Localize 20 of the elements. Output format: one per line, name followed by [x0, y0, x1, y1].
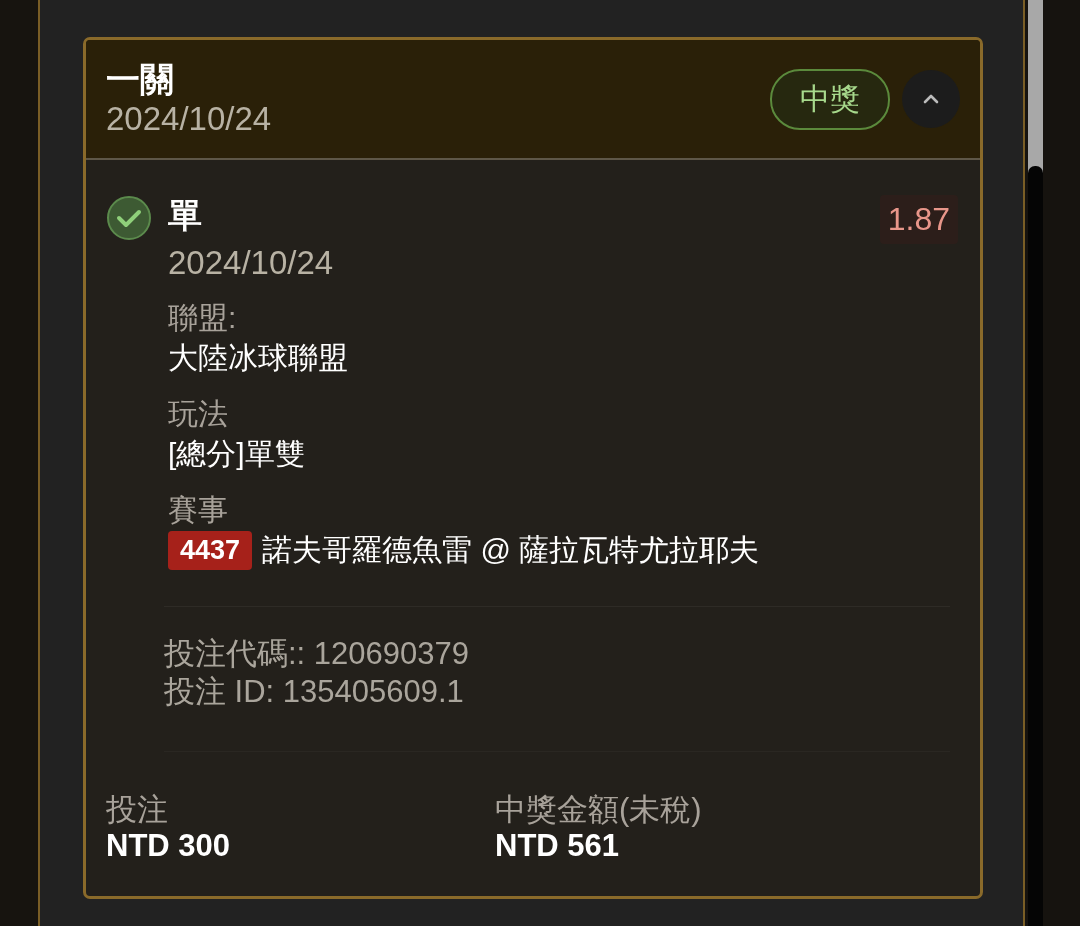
field-label: 聯盟:: [168, 300, 238, 336]
scrollbar[interactable]: [1028, 0, 1043, 926]
bet-id: 投注 ID: 135405609.1: [164, 673, 465, 711]
bet-code: 投注代碼:: 120690379: [164, 635, 470, 673]
total-label: 投注: [106, 792, 169, 828]
field-label: 玩法: [168, 396, 229, 432]
selection-name: 單: [168, 195, 202, 235]
total-label: 中獎金額(未稅): [495, 792, 703, 828]
selection-date: 2024/10/24: [168, 244, 335, 282]
bet-date: 2024/10/24: [106, 99, 273, 139]
total-value: NTD 561: [495, 828, 621, 864]
odds-value: 1.87: [879, 195, 958, 244]
field-value: 大陸冰球聯盟: [168, 340, 349, 376]
status-badge: 中獎: [770, 68, 890, 130]
match-code-badge: 4437: [168, 530, 253, 570]
total-value: NTD 300: [106, 828, 232, 864]
field-label: 賽事: [168, 492, 229, 528]
match-teams: 諾夫哥羅德魚雷 @ 薩拉瓦特尤拉耶夫: [262, 532, 760, 568]
bet-type-title: 一關: [106, 59, 175, 99]
field-value: [總分]單雙: [168, 436, 306, 472]
